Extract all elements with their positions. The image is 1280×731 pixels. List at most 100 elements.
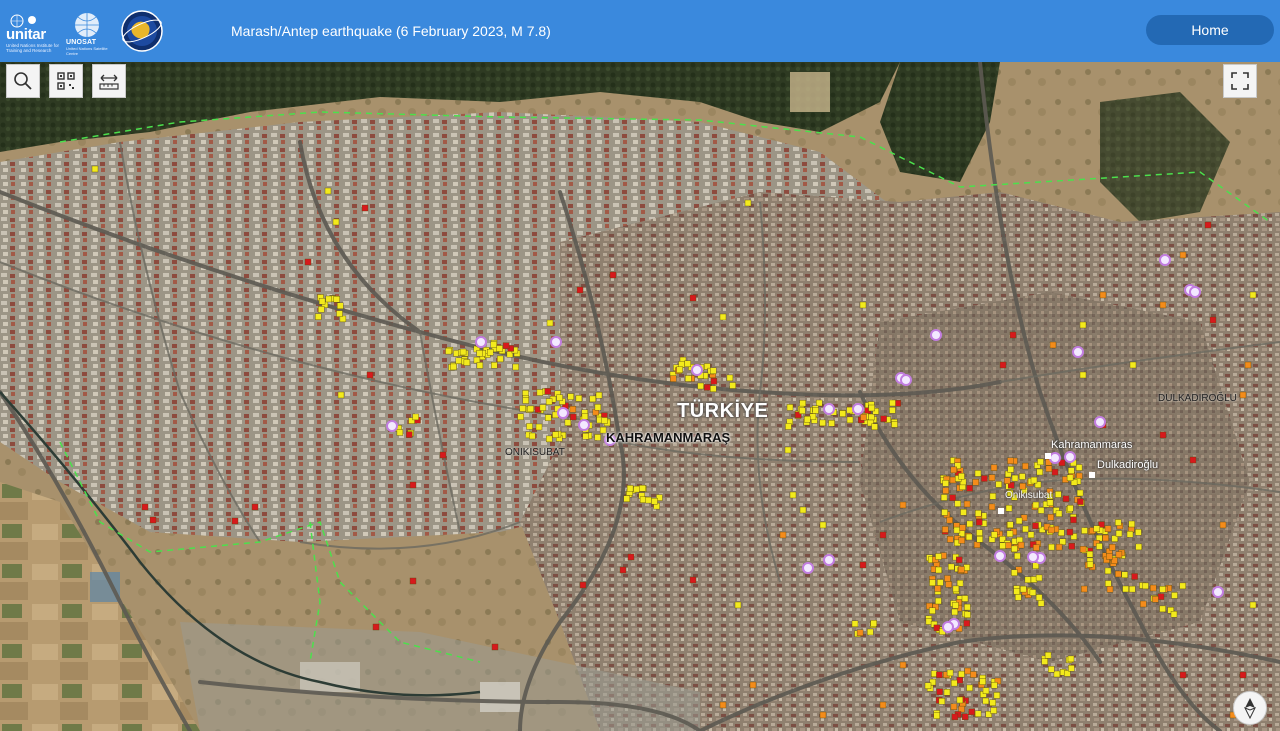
damage-point[interactable]	[497, 355, 504, 363]
damage-point[interactable]	[942, 526, 949, 533]
damage-point[interactable]	[324, 187, 332, 195]
damage-point[interactable]	[251, 503, 259, 511]
measure-button[interactable]	[92, 64, 126, 98]
damage-point[interactable]	[966, 684, 973, 692]
damage-point[interactable]	[1022, 525, 1029, 533]
damage-point[interactable]	[976, 536, 983, 543]
damage-point[interactable]	[1122, 585, 1129, 593]
damage-point[interactable]	[935, 566, 942, 574]
damage-point[interactable]	[1037, 507, 1045, 514]
damage-point[interactable]	[1062, 495, 1070, 502]
damage-point[interactable]	[361, 204, 369, 212]
damage-point[interactable]	[1244, 361, 1252, 369]
damage-point[interactable]	[936, 671, 943, 678]
damage-point[interactable]	[934, 585, 941, 592]
damage-point[interactable]	[623, 495, 630, 502]
damage-point[interactable]	[545, 398, 553, 405]
damage-point[interactable]	[891, 421, 898, 428]
damage-point[interactable]	[889, 399, 896, 407]
damage-point[interactable]	[1152, 596, 1159, 603]
damage-point[interactable]	[1049, 341, 1057, 349]
damage-point[interactable]	[950, 703, 958, 710]
damage-point[interactable]	[809, 413, 817, 420]
damage-point[interactable]	[943, 689, 951, 696]
place-marker[interactable]	[475, 336, 487, 348]
damage-point[interactable]	[1079, 546, 1087, 553]
damage-point[interactable]	[1024, 576, 1032, 583]
place-marker[interactable]	[942, 621, 954, 633]
damage-point[interactable]	[719, 313, 727, 321]
damage-point[interactable]	[535, 423, 543, 431]
damage-point[interactable]	[1135, 543, 1143, 551]
damage-point[interactable]	[951, 679, 958, 687]
basemap-gallery-button[interactable]	[49, 64, 83, 98]
damage-point[interactable]	[552, 431, 559, 438]
damage-point[interactable]	[965, 533, 973, 541]
damage-point[interactable]	[689, 294, 697, 302]
damage-point[interactable]	[799, 407, 806, 414]
damage-point[interactable]	[519, 405, 526, 412]
damage-point[interactable]	[1037, 600, 1045, 607]
damage-point[interactable]	[999, 361, 1007, 369]
damage-point[interactable]	[412, 413, 419, 421]
damage-point[interactable]	[944, 575, 951, 582]
damage-point[interactable]	[819, 711, 827, 719]
damage-point[interactable]	[959, 524, 966, 531]
damage-point[interactable]	[952, 585, 960, 593]
damage-point[interactable]	[1126, 531, 1134, 538]
damage-point[interactable]	[894, 400, 901, 407]
damage-point[interactable]	[1086, 551, 1094, 558]
damage-point[interactable]	[536, 389, 544, 396]
damage-point[interactable]	[785, 423, 792, 430]
damage-point[interactable]	[856, 629, 864, 636]
damage-point[interactable]	[991, 531, 998, 538]
damage-point[interactable]	[1055, 543, 1063, 551]
damage-point[interactable]	[1015, 594, 1022, 601]
damage-point[interactable]	[1048, 526, 1055, 534]
damage-point[interactable]	[569, 406, 577, 413]
damage-point[interactable]	[639, 485, 646, 492]
damage-point[interactable]	[961, 595, 969, 602]
damage-point[interactable]	[318, 298, 326, 305]
damage-point[interactable]	[964, 603, 971, 611]
damage-point[interactable]	[522, 397, 529, 404]
damage-point[interactable]	[851, 620, 859, 627]
place-marker[interactable]	[802, 562, 814, 574]
damage-point[interactable]	[1007, 521, 1014, 528]
damage-point[interactable]	[710, 378, 718, 385]
damage-point[interactable]	[819, 521, 827, 529]
damage-point[interactable]	[1075, 464, 1083, 471]
place-marker[interactable]	[930, 329, 942, 341]
damage-point[interactable]	[1159, 605, 1166, 613]
damage-point[interactable]	[1067, 655, 1075, 663]
damage-point[interactable]	[974, 710, 982, 717]
place-marker[interactable]	[1064, 451, 1076, 463]
damage-point[interactable]	[859, 561, 867, 569]
damage-point[interactable]	[1140, 600, 1147, 608]
damage-point[interactable]	[1170, 611, 1178, 618]
place-marker[interactable]	[1072, 346, 1084, 358]
damage-point[interactable]	[710, 385, 717, 392]
damage-point[interactable]	[527, 405, 534, 413]
damage-point[interactable]	[1022, 462, 1029, 470]
damage-point[interactable]	[958, 473, 965, 480]
damage-point[interactable]	[929, 579, 936, 586]
damage-point[interactable]	[619, 566, 627, 574]
damage-point[interactable]	[1020, 585, 1027, 593]
place-marker[interactable]	[550, 336, 562, 348]
damage-point[interactable]	[1066, 528, 1074, 536]
damage-point[interactable]	[1128, 585, 1136, 593]
damage-point[interactable]	[976, 519, 983, 526]
damage-point[interactable]	[546, 319, 554, 327]
damage-point[interactable]	[1053, 670, 1061, 678]
damage-point[interactable]	[962, 713, 969, 720]
damage-point[interactable]	[933, 712, 940, 719]
damage-point[interactable]	[868, 404, 875, 412]
damage-point[interactable]	[1066, 474, 1074, 481]
damage-point[interactable]	[1106, 553, 1113, 560]
place-marker[interactable]	[823, 403, 835, 415]
damage-point[interactable]	[304, 258, 312, 266]
damage-point[interactable]	[1035, 594, 1043, 601]
damage-point[interactable]	[935, 553, 942, 560]
damage-point[interactable]	[726, 374, 734, 382]
